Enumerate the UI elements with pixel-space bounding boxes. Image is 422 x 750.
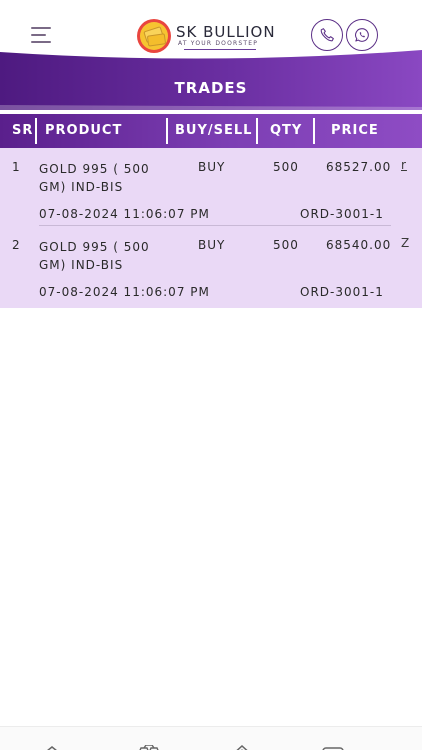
row-order-id: ORD-3001-1 — [300, 207, 384, 221]
bottom-navigation — [0, 726, 422, 750]
row-buy-sell: BUY — [198, 160, 226, 174]
nav-home-icon[interactable] — [40, 745, 64, 750]
row-order-id: ORD-3001-1 — [300, 285, 384, 299]
app-root: SK BULLION AT YOUR DOORSTEP TRADES SR PR… — [0, 0, 422, 750]
column-divider — [166, 118, 168, 144]
whatsapp-button[interactable] — [346, 19, 378, 51]
phone-icon — [320, 28, 334, 42]
nav-gold-icon[interactable] — [136, 745, 162, 750]
column-header-product: PRODUCT — [45, 123, 123, 138]
row-more-icon[interactable]: Z — [401, 236, 410, 250]
row-product: GOLD 995 ( 500 GM) IND-BIS — [39, 240, 150, 272]
trades-list: 1 GOLD 995 ( 500 GM) IND-BIS BUY 500 685… — [0, 148, 422, 308]
row-buy-sell: BUY — [198, 238, 226, 252]
row-more-icon[interactable]: r — [401, 158, 407, 172]
brand-tagline: AT YOUR DOORSTEP — [178, 40, 259, 47]
row-sr: 2 — [12, 238, 21, 252]
call-button[interactable] — [311, 19, 343, 51]
page-title: TRADES — [174, 79, 248, 97]
column-divider — [256, 118, 258, 144]
logo-coin-icon — [137, 19, 171, 53]
row-qty: 500 — [273, 238, 299, 252]
column-header-qty: QTY — [270, 123, 303, 138]
table-header: SR PRODUCT BUY/SELL QTY PRICE — [0, 114, 422, 148]
column-divider — [313, 118, 315, 144]
column-header-buy-sell: BUY/SELL — [175, 123, 253, 138]
row-qty: 500 — [273, 160, 299, 174]
brand-name: SK BULLION — [176, 23, 276, 41]
column-header-price: PRICE — [331, 123, 379, 138]
row-date: 07-08-2024 11:06:07 PM — [39, 285, 210, 299]
nav-trade-icon[interactable] — [230, 745, 254, 750]
table-row[interactable]: 2 GOLD 995 ( 500 GM) IND-BIS BUY 500 685… — [0, 226, 422, 304]
whatsapp-icon — [355, 28, 369, 42]
column-divider — [35, 118, 37, 144]
nav-profile-icon[interactable] — [321, 745, 345, 750]
row-price: 68540.00 — [326, 238, 392, 252]
row-product: GOLD 995 ( 500 GM) IND-BIS — [39, 162, 150, 194]
column-header-sr: SR — [12, 123, 34, 138]
hamburger-menu-icon[interactable] — [31, 27, 55, 49]
row-price: 68527.00 — [326, 160, 392, 174]
row-sr: 1 — [12, 160, 21, 174]
row-date: 07-08-2024 11:06:07 PM — [39, 207, 210, 221]
table-row[interactable]: 1 GOLD 995 ( 500 GM) IND-BIS BUY 500 685… — [0, 148, 422, 226]
